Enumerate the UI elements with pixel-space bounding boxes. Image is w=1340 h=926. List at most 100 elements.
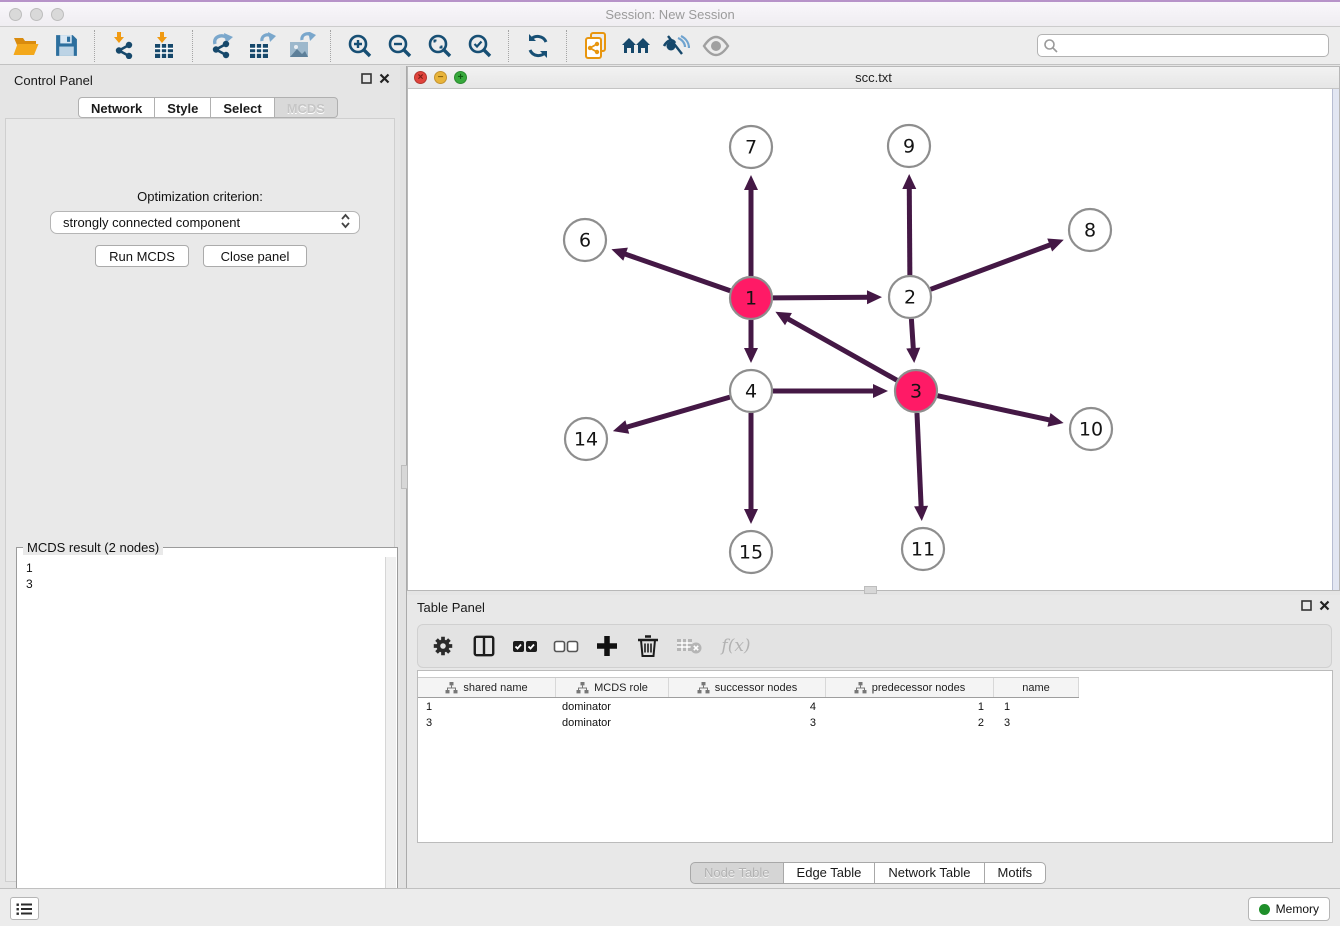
delete-row-icon[interactable] bbox=[635, 633, 661, 659]
mcds-tab-content: Optimization criterion: strongly connect… bbox=[5, 118, 395, 882]
graph-edge-arrowhead bbox=[1047, 413, 1063, 427]
tab-edge-table[interactable]: Edge Table bbox=[784, 862, 876, 884]
table-header-row: shared name MCDS role successor nodes pr… bbox=[418, 677, 1079, 698]
result-scrollbar[interactable] bbox=[385, 557, 396, 926]
tab-style[interactable]: Style bbox=[155, 97, 211, 118]
float-panel-icon[interactable] bbox=[361, 73, 372, 84]
graph-edge-arrowhead bbox=[873, 384, 888, 398]
graph-edge-4-14[interactable] bbox=[623, 397, 729, 428]
run-mcds-button[interactable]: Run MCDS bbox=[95, 245, 189, 267]
graph-edge-arrowhead bbox=[613, 420, 629, 433]
network-graph[interactable]: 7968124314101511 bbox=[408, 89, 1339, 590]
graph-node-label: 1 bbox=[745, 288, 757, 310]
table-panel-title: Table Panel bbox=[417, 600, 485, 615]
graph-edge-arrowhead bbox=[611, 248, 627, 261]
graph-edge-arrowhead bbox=[1047, 238, 1063, 251]
table-options-gear-icon[interactable] bbox=[430, 633, 456, 659]
graph-edge-3-1[interactable] bbox=[785, 317, 897, 380]
graph-node-label: 7 bbox=[745, 137, 757, 159]
network-scrollbar[interactable] bbox=[1332, 89, 1339, 590]
graph-edge-arrowhead bbox=[744, 509, 758, 524]
close-panel-icon[interactable] bbox=[379, 73, 390, 84]
mcds-result-text[interactable]: 1 3 bbox=[18, 557, 386, 926]
network-view-title: scc.txt bbox=[408, 70, 1339, 85]
graph-node-label: 14 bbox=[574, 429, 598, 451]
search-box[interactable] bbox=[1037, 34, 1329, 57]
delete-table-icon[interactable] bbox=[676, 633, 702, 659]
function-builder-icon[interactable]: f(x) bbox=[717, 633, 755, 659]
toolbar-separator bbox=[94, 30, 96, 62]
vertical-splitter[interactable] bbox=[400, 66, 407, 888]
export-network-icon[interactable] bbox=[202, 30, 242, 62]
select-all-checkboxes-icon[interactable] bbox=[512, 633, 538, 659]
tab-node-table[interactable]: Node Table bbox=[690, 862, 784, 884]
graph-edge-3-10[interactable] bbox=[937, 396, 1052, 421]
search-input[interactable] bbox=[1059, 36, 1328, 56]
list-icon bbox=[16, 902, 33, 916]
show-eye-icon[interactable] bbox=[696, 30, 736, 62]
status-bar: Memory bbox=[0, 888, 1340, 926]
tab-network-table[interactable]: Network Table bbox=[875, 862, 984, 884]
graph-node-label: 3 bbox=[910, 381, 922, 403]
graph-edge-1-6[interactable] bbox=[622, 253, 730, 291]
mcds-result-legend: MCDS result (2 nodes) bbox=[23, 540, 163, 555]
close-table-panel-icon[interactable] bbox=[1319, 600, 1330, 611]
table-row[interactable]: 1 dominator 4 1 1 bbox=[418, 699, 1332, 715]
memory-status-icon bbox=[1259, 904, 1270, 915]
import-network-icon[interactable] bbox=[104, 30, 144, 62]
task-history-button[interactable] bbox=[10, 897, 39, 920]
close-panel-button[interactable]: Close panel bbox=[203, 245, 307, 267]
attribute-icon bbox=[445, 682, 458, 694]
tab-motifs[interactable]: Motifs bbox=[985, 862, 1047, 884]
search-icon bbox=[1043, 38, 1059, 54]
hide-graphics-details-icon[interactable] bbox=[656, 30, 696, 62]
criterion-select[interactable]: strongly connected component bbox=[50, 211, 360, 234]
network-canvas[interactable]: 7968124314101511 bbox=[408, 89, 1339, 590]
graph-edge-1-2[interactable] bbox=[773, 297, 871, 298]
export-image-icon[interactable] bbox=[282, 30, 322, 62]
tab-mcds[interactable]: MCDS bbox=[275, 97, 338, 118]
graph-edge-2-9[interactable] bbox=[909, 185, 910, 275]
graph-edge-arrowhead bbox=[902, 174, 916, 189]
graph-edge-arrowhead bbox=[906, 348, 920, 363]
graph-edge-arrowhead bbox=[914, 506, 928, 521]
save-icon[interactable] bbox=[46, 30, 86, 62]
show-column-icon[interactable] bbox=[471, 633, 497, 659]
criterion-value: strongly connected component bbox=[63, 215, 240, 230]
graph-edge-3-11[interactable] bbox=[917, 413, 921, 510]
horizontal-splitter-grip[interactable] bbox=[864, 586, 877, 594]
export-table-icon[interactable] bbox=[242, 30, 282, 62]
zoom-in-icon[interactable] bbox=[340, 30, 380, 62]
title-bar: Session: New Session bbox=[0, 0, 1340, 27]
float-table-panel-icon[interactable] bbox=[1301, 600, 1312, 611]
table-panel-tabs: Node Table Edge Table Network Table Moti… bbox=[690, 862, 1046, 884]
network-window-titlebar[interactable]: × − + scc.txt bbox=[408, 67, 1339, 89]
table-toolbar: f(x) bbox=[417, 624, 1332, 668]
select-stepper-icon bbox=[340, 213, 351, 232]
attribute-icon bbox=[854, 682, 867, 694]
column-header-successor-nodes[interactable]: successor nodes bbox=[669, 678, 826, 697]
column-header-shared-name[interactable]: shared name bbox=[418, 678, 556, 697]
graph-node-label: 6 bbox=[579, 230, 591, 252]
column-header-predecessor-nodes[interactable]: predecessor nodes bbox=[826, 678, 994, 697]
refresh-layout-icon[interactable] bbox=[518, 30, 558, 62]
graph-edge-2-8[interactable] bbox=[931, 244, 1054, 290]
zoom-fit-icon[interactable] bbox=[420, 30, 460, 62]
tab-network[interactable]: Network bbox=[78, 97, 155, 118]
clone-network-icon[interactable] bbox=[576, 30, 616, 62]
add-row-icon[interactable] bbox=[594, 633, 620, 659]
memory-label: Memory bbox=[1276, 902, 1319, 916]
home-networks-icon[interactable] bbox=[616, 30, 656, 62]
tab-select[interactable]: Select bbox=[211, 97, 274, 118]
zoom-selected-icon[interactable] bbox=[460, 30, 500, 62]
graph-edge-2-3[interactable] bbox=[911, 319, 913, 352]
column-header-name[interactable]: name bbox=[994, 678, 1079, 697]
zoom-out-icon[interactable] bbox=[380, 30, 420, 62]
column-header-mcds-role[interactable]: MCDS role bbox=[556, 678, 669, 697]
graph-edge-arrowhead bbox=[867, 290, 882, 304]
memory-button[interactable]: Memory bbox=[1248, 897, 1330, 921]
table-row[interactable]: 3 dominator 3 2 3 bbox=[418, 715, 1332, 731]
open-folder-icon[interactable] bbox=[6, 30, 46, 62]
import-table-icon[interactable] bbox=[144, 30, 184, 62]
unselect-all-checkboxes-icon[interactable] bbox=[553, 633, 579, 659]
